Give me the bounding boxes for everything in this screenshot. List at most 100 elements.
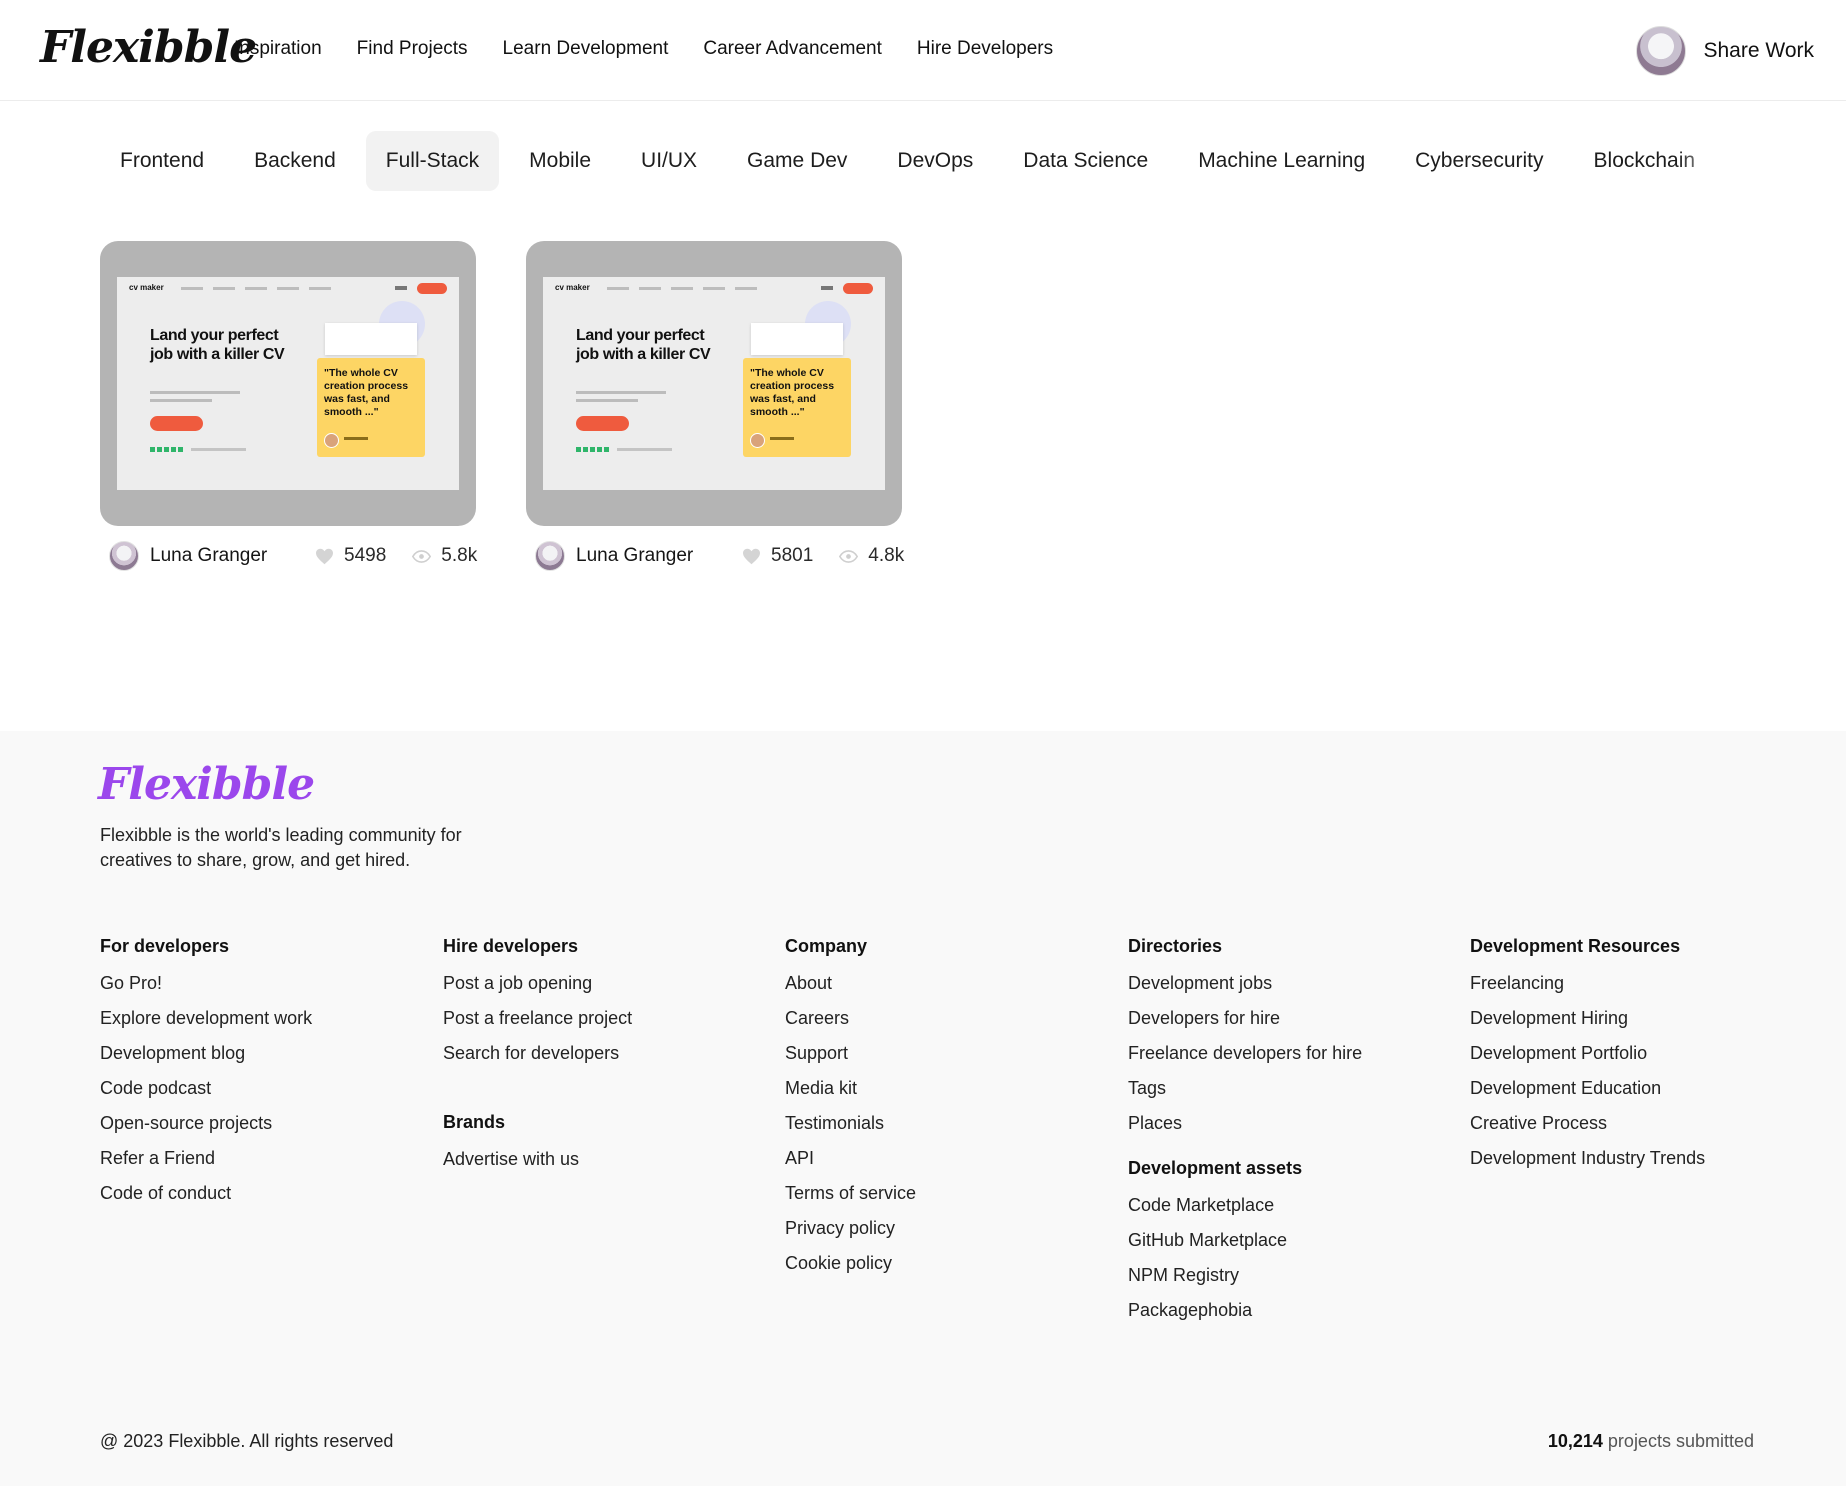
footer-link[interactable]: Code Marketplace: [1128, 1194, 1458, 1229]
nav-learn-development[interactable]: Learn Development: [503, 38, 669, 60]
footer-link[interactable]: Testimonials: [785, 1112, 1115, 1147]
footer-link[interactable]: Development Industry Trends: [1470, 1147, 1800, 1182]
tab-full-stack[interactable]: Full-Stack: [365, 131, 500, 191]
tab-game-dev[interactable]: Game Dev: [727, 131, 867, 191]
project-thumbnail[interactable]: cv maker Land your perfect job with a ki…: [526, 241, 902, 526]
like-count: 5801: [771, 545, 814, 566]
projects-count: 10,214 projects submitted: [1548, 1431, 1754, 1452]
footer-col-directories: Directories Development jobs Developers …: [1128, 936, 1458, 1334]
thumbnail-headline: Land your perfect job with a killer CV: [576, 327, 711, 363]
author-avatar[interactable]: [535, 541, 565, 571]
footer-link[interactable]: Development blog: [100, 1042, 430, 1077]
project-thumbnail[interactable]: cv maker Land your perfect job with a ki…: [100, 241, 476, 526]
footer-heading: Development Resources: [1470, 936, 1681, 956]
copyright: @ 2023 Flexibble. All rights reserved: [100, 1431, 394, 1451]
footer-link[interactable]: Cookie policy: [785, 1252, 1115, 1287]
tab-data-science[interactable]: Data Science: [1003, 131, 1168, 191]
footer-heading: Directories: [1128, 936, 1223, 956]
tab-cybersecurity[interactable]: Cybersecurity: [1395, 131, 1563, 191]
footer-link[interactable]: Tags: [1128, 1077, 1458, 1112]
footer-link[interactable]: Media kit: [785, 1077, 1115, 1112]
thumbnail-quote: "The whole CV creation process was fast,…: [750, 367, 835, 418]
footer-link[interactable]: Freelancing: [1470, 972, 1800, 1007]
nav-inspiration[interactable]: Inspiration: [234, 38, 322, 60]
tab-backend[interactable]: Backend: [234, 131, 356, 191]
view-count: 5.8k: [441, 545, 478, 566]
footer-link[interactable]: Development Education: [1470, 1077, 1800, 1112]
footer-link[interactable]: Development Hiring: [1470, 1007, 1800, 1042]
user-avatar[interactable]: [1635, 26, 1686, 76]
footer-link[interactable]: Privacy policy: [785, 1217, 1115, 1252]
footer-col-company: Company About Careers Support Media kit …: [785, 936, 1115, 1287]
tab-frontend[interactable]: Frontend: [100, 131, 224, 191]
nav-career-advancement[interactable]: Career Advancement: [703, 38, 882, 60]
footer-link[interactable]: Advertise with us: [443, 1148, 773, 1183]
footer-heading: Hire developers: [443, 936, 579, 956]
eye-icon: [839, 549, 859, 563]
project-card[interactable]: cv maker Land your perfect job with a ki…: [100, 241, 477, 586]
footer-heading: Company: [785, 936, 868, 956]
footer-link[interactable]: Go Pro!: [100, 972, 430, 1007]
project-card[interactable]: cv maker Land your perfect job with a ki…: [526, 241, 904, 586]
like-count: 5498: [344, 545, 387, 566]
footer-link[interactable]: Freelance developers for hire: [1128, 1042, 1458, 1077]
main-nav: Inspiration Find Projects Learn Developm…: [234, 38, 1053, 60]
tabs-fade-overlay: [1676, 130, 1756, 192]
footer-heading-assets: Development assets: [1128, 1158, 1303, 1178]
heart-icon[interactable]: [742, 548, 761, 565]
heart-icon[interactable]: [315, 548, 334, 565]
footer-link[interactable]: Places: [1128, 1112, 1458, 1147]
footer-col-hire: Hire developers Post a job opening Post …: [443, 936, 773, 1183]
thumbnail-brand: cv maker: [555, 283, 590, 292]
author-name[interactable]: Luna Granger: [576, 545, 693, 567]
footer-link[interactable]: Packagephobia: [1128, 1299, 1458, 1334]
footer-link[interactable]: Terms of service: [785, 1182, 1115, 1217]
footer-col-resources: Development Resources Freelancing Develo…: [1470, 936, 1800, 1182]
footer-link[interactable]: Refer a Friend: [100, 1147, 430, 1182]
footer-logo[interactable]: Flexibble: [98, 759, 315, 810]
footer-link[interactable]: Support: [785, 1042, 1115, 1077]
footer-link[interactable]: Developers for hire: [1128, 1007, 1458, 1042]
stats: 5801 4.8k: [742, 545, 904, 567]
header-actions: Share Work: [1635, 26, 1815, 76]
footer-link[interactable]: Search for developers: [443, 1042, 773, 1077]
author-name[interactable]: Luna Granger: [150, 545, 267, 567]
tab-mobile[interactable]: Mobile: [509, 131, 611, 191]
footer-link[interactable]: Development jobs: [1128, 972, 1458, 1007]
footer-link[interactable]: Careers: [785, 1007, 1115, 1042]
footer-link[interactable]: Creative Process: [1470, 1112, 1800, 1147]
footer-col-developers: For developers Go Pro! Explore developme…: [100, 936, 430, 1217]
footer-link[interactable]: Post a freelance project: [443, 1007, 773, 1042]
footer-link[interactable]: Code podcast: [100, 1077, 430, 1112]
nav-find-projects[interactable]: Find Projects: [357, 38, 468, 60]
tab-machine-learning[interactable]: Machine Learning: [1178, 131, 1385, 191]
eye-icon: [412, 549, 432, 563]
category-tabs: Frontend Backend Full-Stack Mobile UI/UX…: [100, 130, 1756, 192]
footer-heading-brands: Brands: [443, 1112, 506, 1132]
thumbnail-headline: Land your perfect job with a killer CV: [150, 327, 285, 363]
footer-link[interactable]: Post a job opening: [443, 972, 773, 1007]
top-header: Flexibble Inspiration Find Projects Lear…: [0, 0, 1846, 101]
footer-link[interactable]: Code of conduct: [100, 1182, 430, 1217]
footer-heading: For developers: [100, 936, 230, 956]
thumbnail-quote: "The whole CV creation process was fast,…: [324, 367, 409, 418]
footer-link[interactable]: About: [785, 972, 1115, 1007]
footer-link[interactable]: Development Portfolio: [1470, 1042, 1800, 1077]
tab-ui-ux[interactable]: UI/UX: [621, 131, 717, 191]
project-meta: Luna Granger 5498 5.8k: [100, 526, 477, 586]
nav-hire-developers[interactable]: Hire Developers: [917, 38, 1053, 60]
author-avatar[interactable]: [109, 541, 139, 571]
share-work-button[interactable]: Share Work: [1704, 39, 1815, 63]
footer-link[interactable]: NPM Registry: [1128, 1264, 1458, 1299]
thumbnail-screenshot: cv maker Land your perfect job with a ki…: [117, 277, 459, 490]
projects-count-number: 10,214: [1547, 1431, 1603, 1451]
footer-link[interactable]: GitHub Marketplace: [1128, 1229, 1458, 1264]
tab-devops[interactable]: DevOps: [877, 131, 993, 191]
stats: 5498 5.8k: [315, 545, 477, 567]
footer-link[interactable]: Open-source projects: [100, 1112, 430, 1147]
footer-link[interactable]: API: [785, 1147, 1115, 1182]
flexibble-logo[interactable]: Flexibble: [40, 22, 257, 73]
thumbnail-brand: cv maker: [129, 283, 164, 292]
view-count: 4.8k: [868, 545, 905, 566]
footer-link[interactable]: Explore development work: [100, 1007, 430, 1042]
